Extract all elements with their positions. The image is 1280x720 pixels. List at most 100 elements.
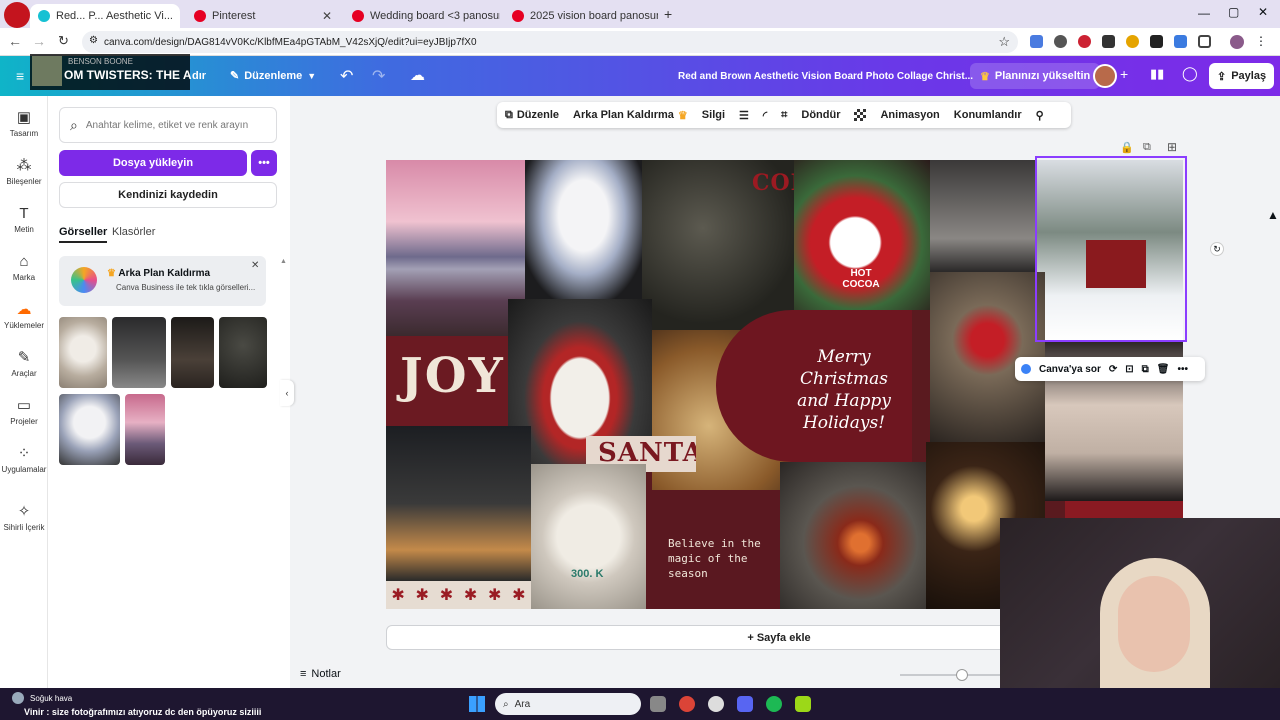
upgrade-button[interactable]: ♛ Planınızı yükseltin (970, 63, 1101, 89)
add-collaborator-icon[interactable]: + (1120, 66, 1128, 82)
more-icon[interactable]: ••• (1177, 364, 1188, 375)
tab-vision-board[interactable]: 2025 vision board panosunda ✕ (504, 4, 658, 28)
rail-item-magic[interactable]: ✧ Sihirli İçerik (0, 504, 48, 533)
bookmark-icon[interactable]: ☆ (998, 34, 1010, 50)
new-tab-icon[interactable]: + (664, 6, 672, 22)
photo-bouquet[interactable] (525, 160, 642, 299)
selection-box[interactable] (1035, 156, 1187, 342)
translate-icon[interactable] (1030, 35, 1043, 48)
zoom-slider[interactable] (900, 669, 1010, 681)
animate-button[interactable]: Animasyon (880, 109, 939, 121)
notes-button[interactable]: ≡ Notlar (300, 668, 341, 680)
rail-item-apps[interactable]: ⁘ Uygulamalar (0, 446, 48, 475)
tab-pinterest[interactable]: Pinterest ✕ (186, 4, 340, 28)
merry-christmas-text[interactable]: Merry Christmas and Happy Holidays! (794, 346, 894, 434)
record-yourself-button[interactable]: Kendinizi kaydedin (59, 182, 277, 208)
corner-rounding-icon[interactable]: ◜ (763, 109, 767, 122)
upload-thumb-gloves[interactable] (112, 317, 166, 388)
reload-icon[interactable]: ↻ (58, 33, 69, 49)
edit-image-button[interactable]: ⧉ Düzenle (505, 109, 559, 122)
duplicate-icon[interactable]: ⧉ (1143, 141, 1151, 154)
tab-images[interactable]: Görseller (59, 226, 108, 243)
photo-snowy-town[interactable] (386, 426, 531, 581)
rail-item-uploads[interactable]: ☁ Yüklemeler (0, 302, 48, 331)
line-icon[interactable] (795, 696, 811, 712)
photo-candle[interactable] (780, 462, 926, 609)
site-info-icon[interactable]: ⚙ (89, 35, 98, 46)
photo-concert[interactable]: CONCERT! (642, 160, 794, 330)
puzzle-icon[interactable] (1198, 35, 1211, 48)
edit-mode-button[interactable]: ✎ Düzenleme ▼ (230, 69, 316, 83)
forward-icon[interactable]: → (32, 33, 46, 49)
border-style-icon[interactable]: ☰ (739, 109, 749, 122)
insights-icon[interactable]: ▮▮ (1150, 66, 1164, 82)
start-button[interactable] (469, 696, 485, 712)
spotify-icon[interactable] (766, 696, 782, 712)
scrollbar[interactable]: ▲ (280, 258, 287, 686)
photo-mount-fuji[interactable] (386, 160, 525, 336)
believe-text[interactable]: Believe in the magic of the season (668, 536, 768, 581)
upload-thumb-concert[interactable] (219, 317, 267, 388)
extension-icon[interactable] (1078, 35, 1091, 48)
task-view-icon[interactable] (650, 696, 666, 712)
weather-widget[interactable]: Soğuk hava (12, 692, 72, 704)
joy-tile[interactable]: JOY (386, 336, 508, 426)
photo-cookies[interactable]: 300. K (531, 464, 646, 609)
eraser-button[interactable]: Silgi (702, 109, 725, 121)
crop-icon[interactable]: ⌗ (781, 109, 787, 122)
extension-icon[interactable] (1150, 35, 1163, 48)
back-icon[interactable]: ← (8, 33, 22, 49)
menu-icon[interactable]: ⋮ (1255, 35, 1267, 49)
paint-format-icon[interactable]: ⚲ (1036, 109, 1044, 122)
rail-item-text[interactable]: T Metin (0, 206, 48, 235)
close-icon[interactable]: ✕ (322, 9, 332, 23)
extension-icon[interactable] (1054, 35, 1067, 48)
cloud-save-icon[interactable]: ☁ (410, 66, 425, 84)
rail-item-design[interactable]: ▣ Tasarım (0, 110, 48, 139)
position-button[interactable]: Konumlandır (954, 109, 1022, 121)
discord-icon[interactable] (737, 696, 753, 712)
chrome-icon[interactable] (679, 696, 695, 712)
lock-icon[interactable]: ⊡ (1125, 364, 1133, 375)
copy-icon[interactable]: ⧉ (1142, 364, 1149, 375)
url-field[interactable]: ⚙ canva.com/design/DAG814vV0Kc/KlbfMEa4p… (82, 31, 1018, 53)
believe-tile[interactable]: Believe in the magic of the season (646, 490, 780, 609)
merry-christmas-tile[interactable]: Merry Christmas and Happy Holidays! (716, 310, 912, 462)
ask-canva-button[interactable]: Canva'ya sor (1039, 364, 1101, 375)
upload-more-button[interactable]: ••• (251, 150, 277, 176)
close-window-icon[interactable]: ✕ (1258, 5, 1268, 19)
github-icon[interactable] (708, 696, 724, 712)
comment-icon[interactable]: ◯ (1182, 65, 1198, 82)
search-input[interactable]: ⌕ Anahtar kelime, etiket ve renk arayın (59, 107, 277, 143)
close-icon[interactable]: ✕ (251, 260, 259, 271)
tab-folders[interactable]: Klasörler (112, 226, 155, 238)
joy-text[interactable]: JOY (400, 348, 505, 404)
rail-item-elements[interactable]: ⁂ Bileşenler (0, 158, 48, 187)
extension-icon[interactable] (1102, 35, 1115, 48)
photo-hot-cocoa[interactable]: HOT COCOA (794, 160, 930, 310)
profile-avatar[interactable] (1230, 35, 1244, 49)
rail-item-draw[interactable]: ✎ Araçlar (0, 350, 48, 379)
upload-thumb-bouquet[interactable] (59, 394, 120, 465)
tab-wedding-board[interactable]: Wedding board <3 panosunda ✕ (344, 4, 500, 28)
photo-boxing-gloves[interactable] (930, 160, 1036, 272)
replace-icon[interactable]: ⟳ (1109, 364, 1117, 375)
zoom-slider-thumb[interactable] (956, 669, 968, 681)
upload-thumb-fuji[interactable] (125, 394, 165, 465)
transparency-icon[interactable] (854, 109, 867, 121)
upload-file-button[interactable]: Dosya yükleyin (59, 150, 247, 176)
taskbar-search[interactable]: ⌕ Ara (495, 693, 641, 715)
extension-icon[interactable] (1174, 35, 1187, 48)
restore-icon[interactable]: ▢ (1228, 5, 1239, 19)
redo-icon[interactable]: ↷ (372, 66, 385, 86)
rail-item-projects[interactable]: ▭ Projeler (0, 398, 48, 427)
undo-icon[interactable]: ↶ (340, 66, 353, 86)
share-button[interactable]: ⇪ Paylaş (1209, 63, 1275, 89)
tab-canva[interactable]: Red... P... Aesthetic Vi... ✕ (30, 4, 180, 28)
rotate-handle-icon[interactable]: ↻ (1210, 242, 1224, 256)
hamburger-icon[interactable]: ≡ (16, 68, 24, 84)
rotate-button[interactable]: Döndür (801, 109, 840, 121)
lock-icon[interactable]: 🔒 (1120, 141, 1134, 154)
upload-thumb-cookies[interactable] (59, 317, 107, 388)
rail-item-brand[interactable]: ⌂ Marka (0, 254, 48, 283)
